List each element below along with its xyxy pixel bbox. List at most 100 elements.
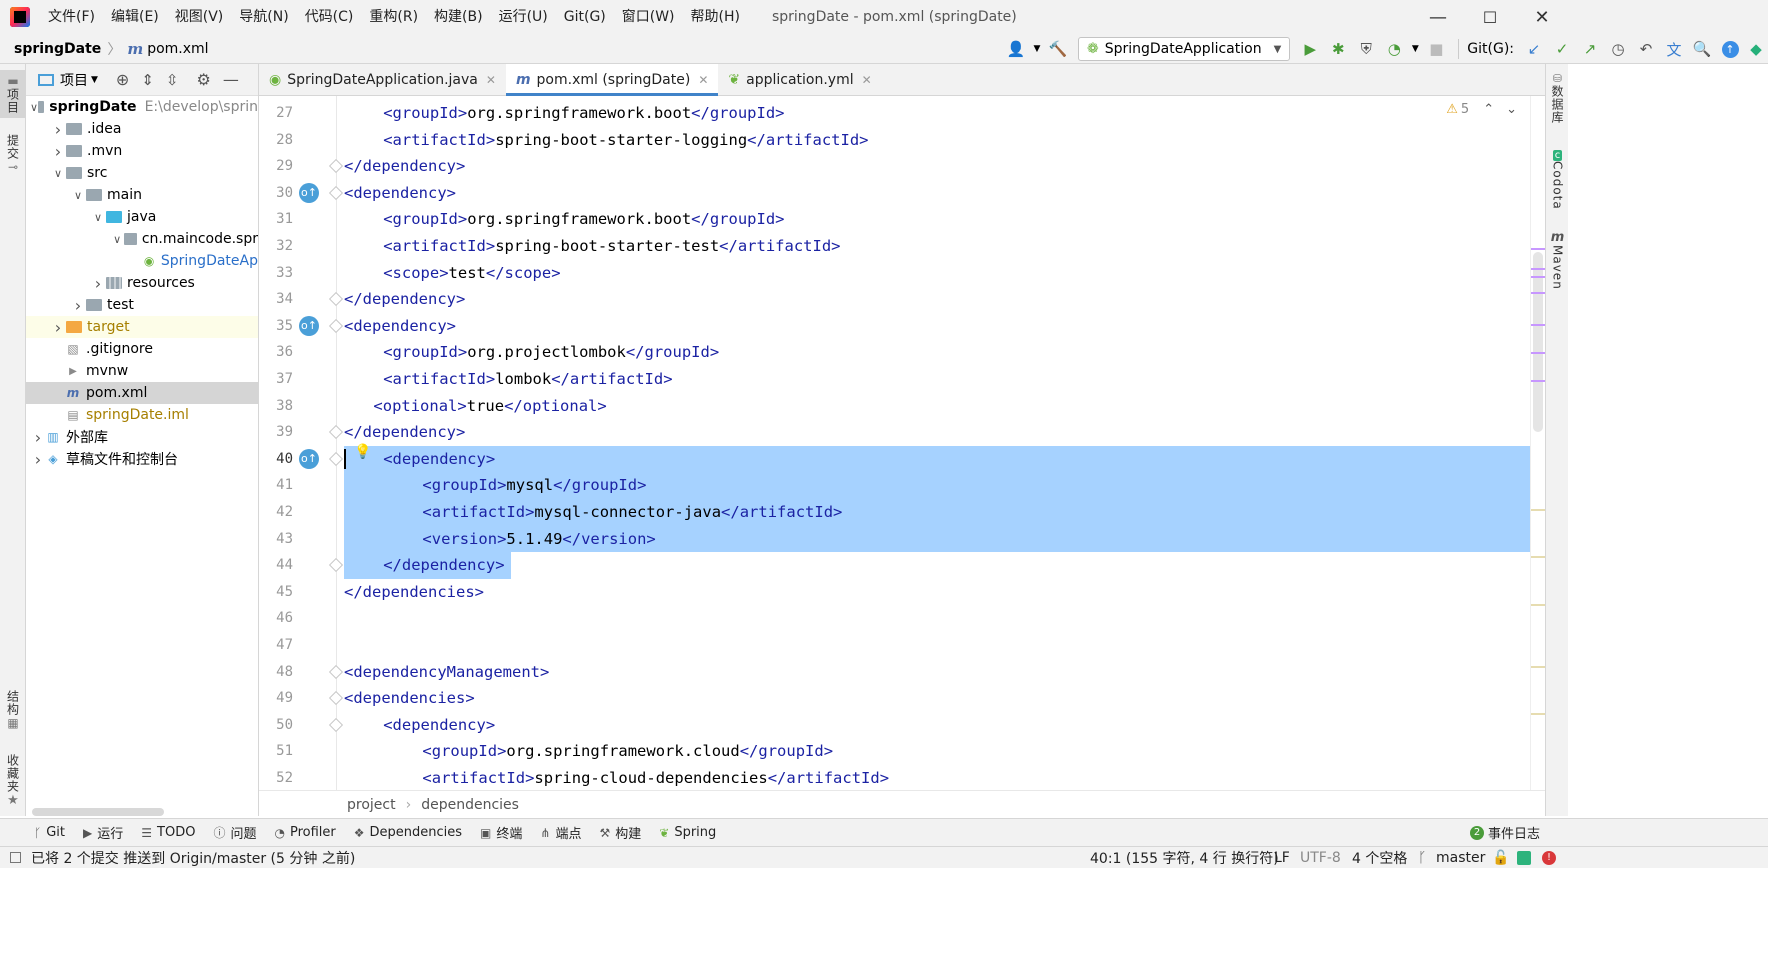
problems-tool-tab[interactable]: ⓘ 问题 [213,823,256,842]
fold-marker-icon[interactable] [328,451,344,466]
line-number[interactable]: 49 [259,685,293,712]
code-line[interactable]: <groupId>mysql</groupId> [344,472,1545,499]
intention-bulb-icon[interactable]: 💡 [354,444,371,460]
chevron-down-icon[interactable]: ∨ [30,101,38,114]
terminal-tool-tab[interactable]: ▣ 终端 [480,823,522,843]
line-number[interactable]: 44 [259,552,293,579]
todo-tool-tab[interactable]: ☰ TODO [141,825,195,840]
chevron-right-icon[interactable]: › [50,120,66,139]
indent-setting[interactable]: 4 个空格 [1352,848,1407,868]
code-line[interactable]: </dependency> [344,419,1545,446]
code-line[interactable]: <scope>test</scope> [344,260,1545,287]
database-tool-tab[interactable]: ⛁ 数据库 [1546,72,1569,124]
fold-marker-icon[interactable] [328,691,344,706]
line-number[interactable]: 51 [259,738,293,765]
tree-item[interactable]: ∨ src [26,162,258,184]
fold-marker-icon[interactable] [328,318,344,333]
favorites-tool-tab[interactable]: 收藏夹 ★ [0,754,26,808]
code-line[interactable]: </dependency> [344,153,1545,180]
project-tool-tab[interactable]: ▬ 项目 [0,70,26,118]
fold-marker-icon[interactable] [328,717,344,732]
history-icon[interactable]: ◷ [1604,34,1632,64]
tree-item[interactable]: ∨ java [26,206,258,228]
endpoints-tool-tab[interactable]: ⋔ 端点 [540,823,581,843]
collapse-all-icon[interactable]: ⇳ [166,71,179,89]
dependencies-tool-tab[interactable]: ❖ Dependencies [354,825,462,840]
line-number[interactable]: 46 [259,605,293,632]
tree-item[interactable]: › .mvn [26,140,258,162]
build-tool-tab[interactable]: ⚒ 构建 [599,823,641,843]
tree-item[interactable]: ▶ mvnw [26,360,258,382]
scroll-thumb[interactable] [1533,252,1543,432]
line-number[interactable]: 30 [259,180,293,207]
line-number[interactable]: 42 [259,499,293,526]
chevron-right-icon[interactable]: › [50,142,66,161]
code-line[interactable]: <groupId>org.springframework.cloud</grou… [344,738,1545,765]
coverage-icon[interactable]: ⛨ [1352,34,1380,64]
chevron-right-icon[interactable]: › [70,296,86,315]
line-number[interactable]: 34 [259,286,293,313]
chevron-down-icon[interactable]: ∨ [70,189,86,202]
close-tab-icon[interactable]: ✕ [698,73,708,87]
code-line[interactable] [344,605,1545,632]
profiler-tool-tab[interactable]: ◔ Profiler [274,825,335,840]
menu-item[interactable]: 构建(B) [426,0,491,34]
fold-marker-icon[interactable] [328,425,344,440]
editor-gutter[interactable]: 27 28 29 30 o↑ 31 32 33 34 35 o↑ 36 37 38 39 40 o↑ 41 42 43… [259,96,344,790]
overrides-gutter-icon[interactable]: o↑ [299,315,319,336]
project-view-select[interactable]: 项目 [60,70,88,90]
menu-item[interactable]: 编辑(E) [103,0,167,34]
breadcrumb-item[interactable]: project [347,797,396,813]
dropdown-arrow-icon[interactable]: ▼ [1030,34,1044,64]
fold-marker-icon[interactable] [328,185,344,200]
line-number[interactable]: 43 [259,526,293,553]
menu-item[interactable]: 导航(N) [231,0,296,34]
line-number[interactable]: 32 [259,233,293,260]
line-number[interactable]: 39 [259,419,293,446]
code-editor[interactable]: 27 28 29 30 o↑ 31 32 33 34 35 o↑ 36 37 38 39 40 o↑ 41 42 43… [259,96,1545,790]
translate-icon[interactable]: 文 [1660,34,1688,64]
close-window-button[interactable]: ✕ [1516,0,1568,34]
tree-item[interactable]: › ▥ 外部库 [26,426,258,448]
tree-item[interactable]: ◉ SpringDateAp [26,250,258,272]
tree-item[interactable]: › target [26,316,258,338]
line-number[interactable]: 28 [259,127,293,154]
code-line[interactable]: </dependency> [344,286,1545,313]
code-line[interactable]: <dependency> [344,313,1545,340]
tree-item[interactable]: › .idea [26,118,258,140]
run-tool-tab[interactable]: ▶ 运行 [83,823,123,843]
git-tool-tab[interactable]: ᚴ Git [34,825,65,840]
code-line[interactable]: <dependency> [344,712,1545,739]
next-highlight-icon[interactable]: ⌄ [1506,102,1517,117]
maven-tool-tab[interactable]: m Maven [1546,230,1569,290]
code-line[interactable]: <artifactId>mysql-connector-java</artifa… [344,499,1545,526]
run-icon[interactable]: ▶ [1296,34,1324,64]
chevron-down-icon[interactable]: ∨ [110,233,124,246]
git-branch[interactable]: master [1436,850,1485,866]
menu-item[interactable]: Git(G) [556,0,614,34]
code-line[interactable]: <groupId>org.projectlombok</groupId> [344,339,1545,366]
code-line[interactable]: </dependency> [344,552,1545,579]
code-area[interactable]: <groupId>org.springframework.boot</group… [344,96,1545,790]
line-number[interactable]: 40 [259,446,293,473]
event-log-tool-tab[interactable]: 2 事件日志 [1470,823,1540,842]
code-line[interactable]: <dependencies> [344,685,1545,712]
line-number[interactable]: 45 [259,579,293,606]
git-push-icon[interactable]: ↗ [1576,34,1604,64]
tree-item[interactable]: › test [26,294,258,316]
chevron-right-icon[interactable]: › [50,318,66,337]
line-number[interactable]: 47 [259,632,293,659]
error-indicator-icon[interactable]: ! [1542,851,1556,865]
settings-gear-icon[interactable]: ⚙ [196,70,210,89]
code-line[interactable] [344,632,1545,659]
overrides-gutter-icon[interactable]: o↑ [299,448,319,469]
code-line[interactable]: <artifactId>lombok</artifactId> [344,366,1545,393]
run-configuration-select[interactable]: ❁ SpringDateApplication ▼ [1077,37,1291,61]
close-tab-icon[interactable]: ✕ [862,73,872,87]
menu-item[interactable]: 代码(C) [297,0,362,34]
tree-horizontal-scrollbar[interactable] [32,808,164,816]
tree-item[interactable]: › ◈ 草稿文件和控制台 [26,448,258,470]
code-line[interactable]: <dependencyManagement> [344,659,1545,686]
code-line[interactable]: <dependency> [344,180,1545,207]
menu-item[interactable]: 帮助(H) [683,0,748,34]
